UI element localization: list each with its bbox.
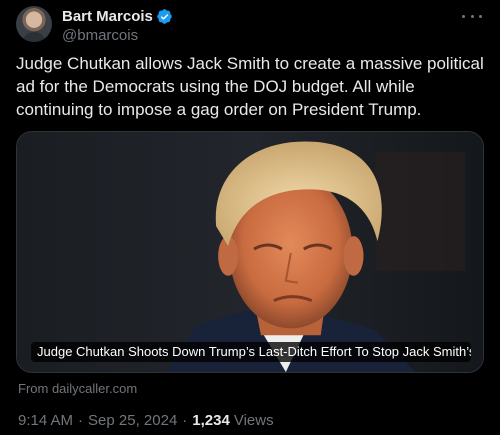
- views-count[interactable]: 1,234: [192, 412, 230, 429]
- views-label: Views: [233, 412, 274, 429]
- tweet-time[interactable]: 9:14 AM: [18, 412, 73, 429]
- handle[interactable]: @bmarcois: [62, 26, 173, 46]
- tweet: Bart Marcois @bmarcois Judge Chutkan all…: [0, 0, 500, 435]
- more-options-icon[interactable]: [462, 10, 482, 22]
- tweet-text: Judge Chutkan allows Jack Smith to creat…: [16, 54, 484, 119]
- tweet-date[interactable]: Sep 25, 2024: [88, 412, 177, 429]
- display-name[interactable]: Bart Marcois: [62, 8, 153, 25]
- tweet-header: Bart Marcois @bmarcois: [16, 4, 484, 44]
- name-row: Bart Marcois: [62, 6, 173, 26]
- card-source[interactable]: From dailycaller.com: [18, 381, 137, 396]
- author-names: Bart Marcois @bmarcois: [62, 6, 173, 46]
- card-image[interactable]: [17, 132, 483, 372]
- verified-badge-icon[interactable]: [156, 8, 173, 25]
- meta-separator: ·: [182, 412, 188, 429]
- meta-separator: ·: [78, 412, 84, 429]
- avatar[interactable]: [16, 6, 52, 42]
- link-card[interactable]: Judge Chutkan Shoots Down Trump’s Last-D…: [16, 131, 484, 373]
- tweet-meta: 9:14 AM · Sep 25, 2024 · 1,234 Views: [18, 412, 274, 429]
- card-title[interactable]: Judge Chutkan Shoots Down Trump’s Last-D…: [31, 342, 471, 362]
